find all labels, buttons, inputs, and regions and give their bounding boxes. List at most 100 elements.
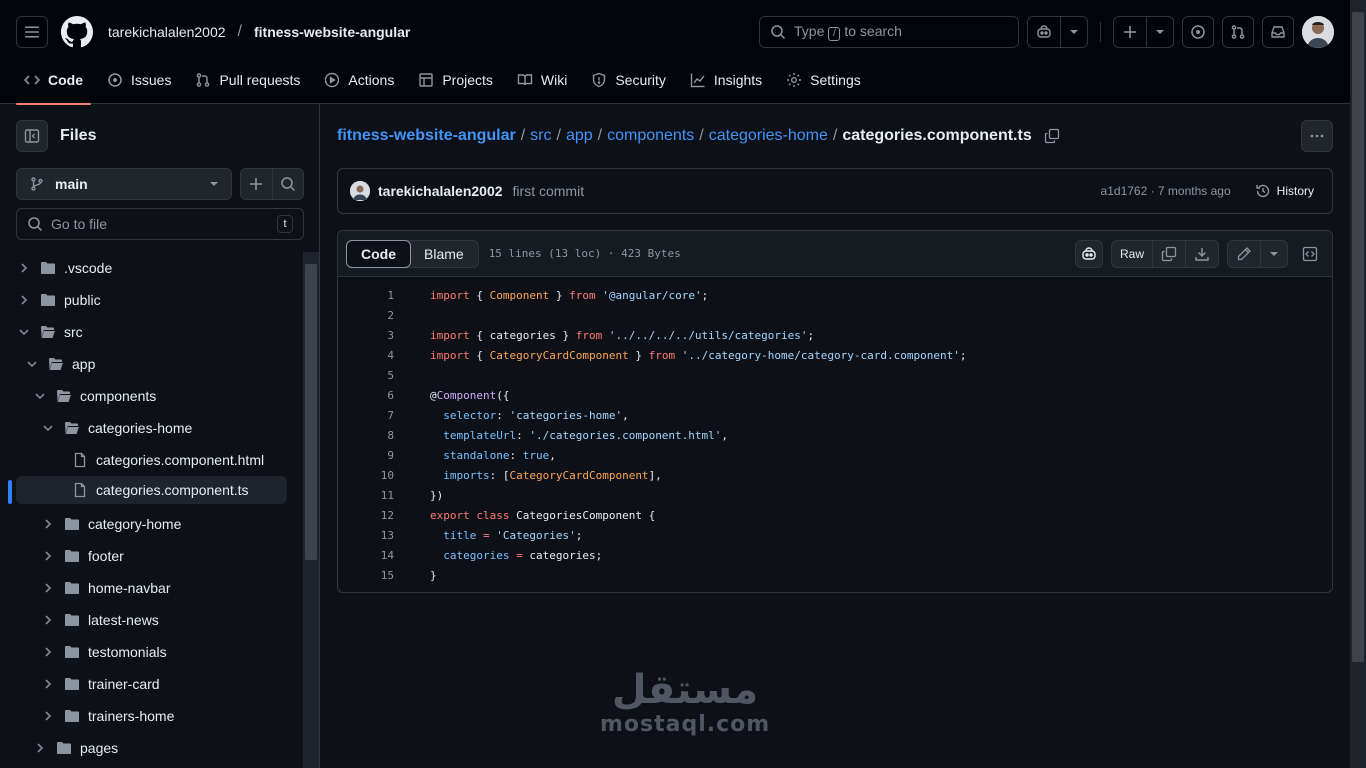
tab-projects[interactable]: Projects [410, 56, 501, 104]
breadcrumb-components-link[interactable]: components [607, 127, 694, 145]
hamburger-menu-button[interactable] [16, 16, 48, 48]
tree-item-public[interactable]: public [16, 286, 101, 314]
github-logo-icon[interactable] [60, 15, 94, 49]
commit-meta[interactable]: a1d1762 · 7 months ago [1101, 184, 1231, 198]
line-number[interactable]: 13 [338, 529, 394, 542]
edit-dropdown-button[interactable] [1260, 241, 1287, 267]
line-number[interactable]: 9 [338, 449, 394, 462]
code-view[interactable]: 1 import { Component } from '@angular/co… [338, 277, 1332, 585]
search-files-button[interactable] [271, 169, 304, 199]
header-repo-link[interactable]: fitness-website-angular [254, 24, 410, 40]
raw-button[interactable]: Raw [1112, 241, 1152, 267]
edit-file-button[interactable] [1228, 241, 1260, 267]
chevron-right-icon[interactable] [16, 262, 32, 274]
tree-item-trainers-home[interactable]: trainers-home [40, 702, 174, 730]
tree-item-categories-component-html[interactable]: categories.component.html [72, 446, 264, 474]
breadcrumb-repo-link[interactable]: fitness-website-angular [337, 127, 516, 145]
line-number[interactable]: 14 [338, 549, 394, 562]
history-button[interactable]: History [1249, 183, 1320, 199]
chevron-right-icon[interactable] [40, 614, 56, 626]
line-number[interactable]: 1 [338, 289, 394, 302]
chevron-down-icon[interactable] [24, 358, 40, 370]
tree-item-home-navbar[interactable]: home-navbar [40, 574, 171, 602]
tab-code[interactable]: Code [16, 56, 91, 105]
line-number[interactable]: 5 [338, 369, 394, 382]
branch-selector[interactable]: main [16, 168, 232, 200]
copilot-ask-button[interactable] [1074, 240, 1103, 268]
pull-requests-button[interactable] [1222, 16, 1254, 48]
collapse-sidebar-button[interactable] [16, 120, 48, 152]
tab-insights[interactable]: Insights [682, 56, 770, 104]
sidebar-scrollbar[interactable] [303, 252, 319, 768]
code-view-button[interactable]: Code [346, 239, 411, 268]
commit-author-avatar[interactable] [350, 181, 370, 201]
scrollbar-thumb[interactable] [1352, 12, 1364, 662]
tree-item-vscode[interactable]: .vscode [16, 254, 112, 282]
line-number[interactable]: 7 [338, 409, 394, 422]
tree-item-footer[interactable]: footer [40, 542, 124, 570]
chevron-right-icon[interactable] [40, 678, 56, 690]
tab-wiki[interactable]: Wiki [509, 56, 575, 104]
tree-item-components[interactable]: components [32, 382, 156, 410]
line-number[interactable]: 15 [338, 569, 394, 582]
tree-item-app[interactable]: app [24, 350, 95, 378]
add-file-button[interactable] [241, 169, 272, 199]
search-input[interactable]: Type / to search [759, 16, 1019, 48]
chevron-right-icon[interactable] [40, 646, 56, 658]
create-new-button[interactable] [1113, 16, 1174, 48]
chevron-right-icon[interactable] [32, 742, 48, 754]
chevron-down-icon[interactable] [16, 326, 32, 338]
tree-item-testomonials[interactable]: testomonials [40, 638, 167, 666]
tab-actions[interactable]: Actions [316, 56, 402, 104]
line-number[interactable]: 12 [338, 509, 394, 522]
tree-item-categories-home[interactable]: categories-home [40, 414, 192, 442]
commit-message[interactable]: first commit [513, 183, 585, 199]
copy-path-icon[interactable] [1044, 128, 1060, 144]
chevron-right-icon[interactable] [40, 518, 56, 530]
breadcrumb-src-link[interactable]: src [530, 127, 551, 145]
tree-item-trainer-card[interactable]: trainer-card [40, 670, 160, 698]
tab-settings[interactable]: Settings [778, 56, 869, 104]
breadcrumb-categories-home-link[interactable]: categories-home [709, 127, 828, 145]
line-number[interactable]: 11 [338, 489, 394, 502]
copy-raw-button[interactable] [1152, 241, 1185, 267]
tab-security[interactable]: Security [583, 56, 674, 104]
tree-item-pages[interactable]: pages [32, 734, 118, 762]
commit-author[interactable]: tarekichalalen2002 [378, 183, 503, 199]
line-number[interactable]: 6 [338, 389, 394, 402]
chevron-right-icon[interactable] [40, 710, 56, 722]
header-owner-link[interactable]: tarekichalalen2002 [108, 24, 226, 40]
copilot-icon[interactable] [1028, 17, 1060, 47]
tab-issues[interactable]: Issues [99, 56, 179, 104]
line-number[interactable]: 2 [338, 309, 394, 322]
download-button[interactable] [1185, 241, 1218, 267]
user-avatar[interactable] [1302, 16, 1334, 48]
line-number[interactable]: 3 [338, 329, 394, 342]
tree-item-latest-news[interactable]: latest-news [40, 606, 159, 634]
tree-item-src[interactable]: src [16, 318, 83, 346]
plus-icon[interactable] [1114, 17, 1146, 47]
blame-view-button[interactable]: Blame [410, 241, 478, 267]
page-scrollbar[interactable] [1350, 0, 1366, 768]
chevron-down-icon[interactable] [1146, 17, 1173, 47]
chevron-down-icon[interactable] [1060, 17, 1087, 47]
chevron-right-icon[interactable] [40, 550, 56, 562]
tab-pull-requests[interactable]: Pull requests [187, 56, 308, 104]
chevron-right-icon[interactable] [16, 294, 32, 306]
line-number[interactable]: 8 [338, 429, 394, 442]
more-options-button[interactable] [1301, 120, 1333, 152]
line-number[interactable]: 10 [338, 469, 394, 482]
copilot-button[interactable] [1027, 16, 1088, 48]
chevron-down-icon[interactable] [40, 422, 56, 434]
inbox-button[interactable] [1262, 16, 1294, 48]
scrollbar-thumb[interactable] [305, 264, 317, 560]
chevron-down-icon[interactable] [32, 390, 48, 402]
tree-item-category-home[interactable]: category-home [40, 510, 181, 538]
chevron-right-icon[interactable] [40, 582, 56, 594]
tree-item-categories-component-ts[interactable]: categories.component.ts [16, 476, 287, 504]
issues-button[interactable] [1182, 16, 1214, 48]
line-number[interactable]: 4 [338, 349, 394, 362]
go-to-file-input[interactable]: Go to file t [16, 208, 304, 240]
symbols-panel-button[interactable] [1296, 240, 1324, 268]
breadcrumb-app-link[interactable]: app [566, 127, 593, 145]
